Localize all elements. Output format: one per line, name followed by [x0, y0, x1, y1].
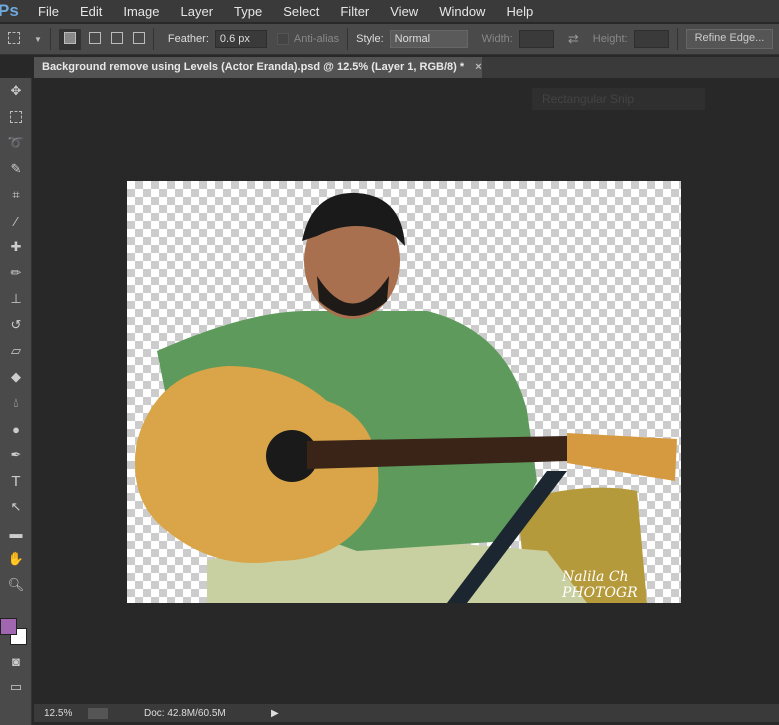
menu-type[interactable]: Type: [234, 4, 262, 19]
path-selection-tool-icon[interactable]: ↖: [0, 494, 32, 520]
quick-selection-tool-icon[interactable]: ✎: [0, 156, 32, 182]
add-to-selection-icon[interactable]: [88, 31, 101, 47]
zoom-tool-icon[interactable]: 🔍︎: [0, 572, 32, 598]
photo-subject: [135, 192, 677, 603]
close-tab-icon[interactable]: ×: [475, 61, 481, 73]
share-icon[interactable]: [88, 707, 108, 719]
feather-label: Feather:: [167, 33, 209, 45]
hand-tool-icon[interactable]: ✋: [0, 546, 32, 572]
menu-image[interactable]: Image: [123, 4, 159, 19]
menu-layer[interactable]: Layer: [181, 4, 214, 19]
snip-label: Rectangular Snip: [542, 92, 635, 106]
menu-help[interactable]: Help: [506, 4, 533, 19]
intersect-selection-icon[interactable]: [132, 31, 145, 47]
pen-tool-icon[interactable]: ✒: [0, 442, 32, 468]
status-menu-arrow-icon[interactable]: ▶: [271, 708, 279, 719]
marquee-tool-icon[interactable]: [0, 104, 32, 130]
anti-alias-checkbox[interactable]: [276, 33, 289, 45]
blur-tool-icon[interactable]: 💧︎: [0, 390, 32, 416]
menu-file[interactable]: File: [38, 4, 59, 19]
refine-edge-button[interactable]: Refine Edge...: [685, 29, 774, 49]
healing-brush-tool-icon[interactable]: ✚: [0, 234, 32, 260]
move-tool-icon[interactable]: ✥: [0, 78, 32, 104]
feather-input[interactable]: 0.6 px: [214, 30, 267, 48]
menu-window[interactable]: Window: [439, 4, 485, 19]
width-input[interactable]: [518, 30, 554, 48]
style-select[interactable]: Normal: [389, 30, 468, 48]
foreground-color-swatch[interactable]: [0, 618, 17, 635]
eraser-tool-icon[interactable]: ▱: [0, 338, 32, 364]
history-brush-tool-icon[interactable]: ↺: [0, 312, 32, 338]
dodge-tool-icon[interactable]: ●: [0, 416, 32, 442]
subtract-selection-icon[interactable]: [110, 31, 123, 47]
color-swatches: [0, 598, 31, 648]
lasso-tool-icon[interactable]: ➰: [0, 130, 32, 156]
screen-mode-icon[interactable]: ▭: [0, 674, 32, 700]
document-canvas[interactable]: Nalila Ch PHOTOGR: [127, 181, 681, 603]
height-label: Height:: [592, 33, 628, 45]
clone-stamp-tool-icon[interactable]: ⊥: [0, 286, 32, 312]
doc-size: Doc: 42.8M/60.5M: [144, 707, 226, 719]
guitar-headstock: [567, 433, 677, 481]
photoshop-logo: Ps: [0, 1, 19, 20]
menu-edit[interactable]: Edit: [80, 4, 102, 19]
quick-mask-icon[interactable]: ◙: [0, 648, 32, 674]
options-bar: ▼ Feather: 0.6 px Anti-alias Style: Norm…: [0, 24, 779, 55]
width-label: Width:: [481, 33, 513, 45]
watermark: Nalila Ch PHOTOGR: [562, 569, 638, 601]
new-selection-icon[interactable]: [58, 28, 81, 50]
preset-dropdown-icon[interactable]: ▼: [34, 35, 42, 44]
zoom-level[interactable]: 12.5%: [44, 708, 88, 719]
brush-tool-icon[interactable]: ✏: [0, 260, 32, 286]
document-tab[interactable]: Background remove using Levels (Actor Er…: [34, 57, 482, 78]
eyedropper-tool-icon[interactable]: ⁄: [0, 208, 32, 234]
swap-icon[interactable]: ⇄: [568, 31, 579, 47]
paint-bucket-tool-icon[interactable]: ◆: [0, 364, 32, 390]
type-tool-icon[interactable]: T: [0, 468, 32, 494]
tools-panel: ✥ ➰ ✎ ⌗ ⁄ ✚ ✏ ⊥ ↺ ▱ ◆ 💧︎ ● ✒ T ↖ ▬ ✋ 🔍︎ …: [0, 78, 32, 725]
menu-filter[interactable]: Filter: [340, 4, 369, 19]
anti-alias-label: Anti-alias: [293, 33, 340, 45]
rectangular-snip-overlay: Rectangular Snip: [532, 88, 705, 110]
menu-view[interactable]: View: [390, 4, 418, 19]
marquee-preset-icon[interactable]: [8, 31, 26, 47]
document-tab-bar: Background remove using Levels (Actor Er…: [34, 57, 779, 78]
height-input[interactable]: [633, 30, 669, 48]
status-bar: 12.5% Doc: 42.8M/60.5M ▶: [34, 704, 779, 722]
rectangle-tool-icon[interactable]: ▬: [0, 520, 32, 546]
style-label: Style:: [356, 33, 384, 45]
crop-tool-icon[interactable]: ⌗: [0, 182, 32, 208]
menu-select[interactable]: Select: [283, 4, 319, 19]
menu-bar: Ps File Edit Image Layer Type Select Fil…: [0, 0, 779, 22]
document-title: Background remove using Levels (Actor Er…: [42, 61, 465, 73]
